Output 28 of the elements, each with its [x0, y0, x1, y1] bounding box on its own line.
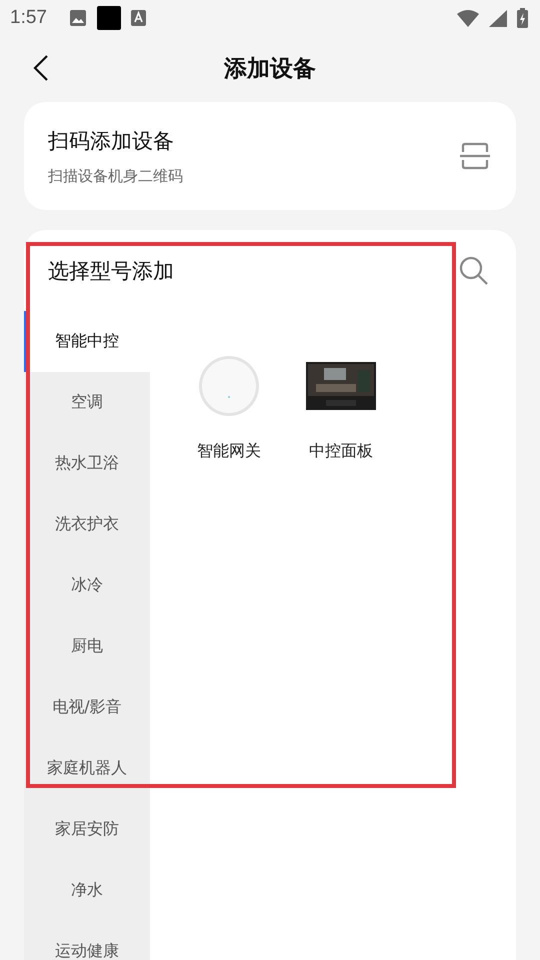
- page-title: 添加设备: [224, 54, 316, 84]
- image-icon: [68, 9, 87, 27]
- category-item[interactable]: 净水: [24, 860, 150, 921]
- battery-icon: [517, 8, 528, 28]
- scan-icon[interactable]: [460, 142, 490, 170]
- scan-card[interactable]: 扫码添加设备 扫描设备机身二维码: [24, 102, 516, 210]
- category-item[interactable]: 热水卫浴: [24, 433, 150, 494]
- wifi-icon: [457, 10, 479, 26]
- back-icon[interactable]: [33, 55, 49, 81]
- product-name: 中控面板: [309, 441, 373, 462]
- category-item[interactable]: 家居安防: [24, 799, 150, 860]
- scan-title: 扫码添加设备: [48, 128, 175, 154]
- category-item[interactable]: 运动健康: [24, 921, 150, 960]
- signal-icon: [489, 10, 507, 26]
- category-item[interactable]: 冰冷: [24, 555, 150, 616]
- category-item[interactable]: 洗衣护衣: [24, 494, 150, 555]
- category-item[interactable]: 空调: [24, 372, 150, 433]
- category-item[interactable]: 电视/影音: [24, 677, 150, 738]
- section-title: 选择型号添加: [48, 258, 174, 285]
- search-icon[interactable]: [458, 255, 490, 287]
- category-item[interactable]: 智能中控: [24, 311, 150, 372]
- scan-subtitle: 扫描设备机身二维码: [48, 166, 183, 186]
- status-time: 1:57: [10, 7, 47, 29]
- category-item[interactable]: 厨电: [24, 616, 150, 677]
- keyboard-icon: [130, 10, 146, 26]
- category-item[interactable]: 家庭机器人: [24, 738, 150, 799]
- product-name: 智能网关: [197, 441, 261, 462]
- app-icon: [96, 6, 121, 30]
